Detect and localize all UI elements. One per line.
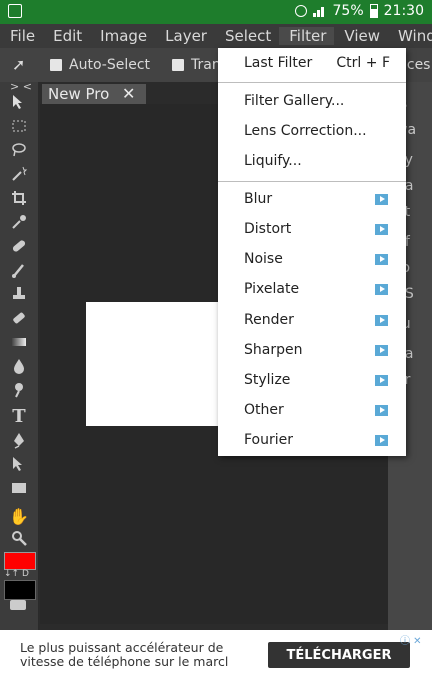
tools-panel: > < T ✋ ↓↑ D bbox=[0, 80, 39, 630]
menu-item-pixelate[interactable]: Pixelate bbox=[244, 277, 396, 301]
menu-select[interactable]: Select bbox=[215, 27, 279, 45]
signal-icon bbox=[312, 5, 327, 17]
menu-item-blur[interactable]: Blur bbox=[244, 187, 396, 211]
rectangle-icon[interactable] bbox=[6, 478, 32, 498]
menu-item-label: Noise bbox=[244, 251, 283, 267]
menu-bar: File Edit Image Layer Select Filter View… bbox=[0, 24, 432, 48]
stamp-icon[interactable] bbox=[6, 284, 32, 304]
menu-item-render[interactable]: Render bbox=[244, 308, 396, 332]
marquee-icon[interactable] bbox=[6, 116, 32, 136]
foreground-color-swatch[interactable] bbox=[4, 552, 36, 570]
menu-item-label: Distort bbox=[244, 221, 292, 237]
menu-item-label: Other bbox=[244, 402, 284, 418]
menu-item-label: Pixelate bbox=[244, 281, 300, 297]
menu-item-stylize[interactable]: Stylize bbox=[244, 368, 396, 392]
tab-title: New Pro bbox=[48, 85, 110, 103]
menu-item-last-filter[interactable]: Last Filter Ctrl + F bbox=[244, 51, 396, 75]
menu-item-label: Render bbox=[244, 312, 294, 328]
menu-view[interactable]: View bbox=[334, 27, 388, 45]
hand-icon[interactable]: ✋ bbox=[6, 506, 32, 526]
submenu-arrow-icon bbox=[375, 224, 388, 235]
menu-file[interactable]: File bbox=[0, 27, 43, 45]
menu-item-filter-gallery[interactable]: Filter Gallery... bbox=[244, 89, 396, 113]
submenu-arrow-icon bbox=[375, 405, 388, 416]
filter-dropdown-menu: Last Filter Ctrl + F Filter Gallery... L… bbox=[218, 48, 406, 456]
transform-label: Tran bbox=[191, 57, 221, 73]
brush-icon[interactable] bbox=[6, 260, 32, 280]
auto-select-checkbox[interactable] bbox=[50, 59, 62, 71]
tab-new-project[interactable]: New Pro ✕ bbox=[42, 84, 146, 106]
menu-image[interactable]: Image bbox=[90, 27, 155, 45]
submenu-arrow-icon bbox=[375, 194, 388, 205]
background-color-swatch[interactable] bbox=[4, 580, 36, 600]
menu-divider bbox=[218, 82, 406, 83]
menu-item-liquify[interactable]: Liquify... bbox=[244, 149, 396, 173]
menu-item-distort[interactable]: Distort bbox=[244, 217, 396, 241]
menu-edit[interactable]: Edit bbox=[43, 27, 90, 45]
move-tool-icon[interactable] bbox=[6, 92, 32, 112]
eraser-icon[interactable] bbox=[6, 308, 32, 328]
swap-colors-label[interactable]: ↓↑ D bbox=[4, 569, 29, 579]
menu-item-label: Lens Correction... bbox=[244, 123, 367, 139]
menu-filter[interactable]: Filter bbox=[279, 27, 335, 45]
lasso-icon[interactable] bbox=[6, 140, 32, 160]
magic-wand-icon[interactable] bbox=[6, 164, 32, 184]
menu-divider bbox=[218, 181, 406, 182]
path-select-icon[interactable] bbox=[6, 454, 32, 474]
auto-select-label: Auto-Select bbox=[69, 57, 151, 73]
zoom-icon[interactable] bbox=[6, 528, 32, 548]
ad-download-button[interactable]: TÉLÉCHARGER bbox=[268, 642, 410, 668]
dodge-icon[interactable] bbox=[6, 380, 32, 400]
submenu-arrow-icon bbox=[375, 315, 388, 326]
menu-item-label: Stylize bbox=[244, 372, 291, 388]
ad-close-icon[interactable]: ⓘ ✕ bbox=[400, 632, 426, 647]
pen-icon[interactable] bbox=[6, 430, 32, 450]
menu-item-label: Blur bbox=[244, 191, 273, 207]
menu-item-sharpen[interactable]: Sharpen bbox=[244, 338, 396, 362]
menu-item-label: Sharpen bbox=[244, 342, 303, 358]
menu-item-noise[interactable]: Noise bbox=[244, 247, 396, 271]
status-bar: 75% 21:30 bbox=[0, 0, 432, 24]
image-notification-icon bbox=[8, 4, 22, 18]
menu-window[interactable]: Wind bbox=[388, 27, 432, 45]
alarm-icon bbox=[294, 5, 307, 17]
battery-percent: 75% bbox=[332, 3, 364, 19]
menu-item-fourier[interactable]: Fourier bbox=[244, 428, 396, 452]
type-icon[interactable]: T bbox=[6, 406, 32, 427]
gradient-icon[interactable] bbox=[6, 332, 32, 352]
submenu-arrow-icon bbox=[375, 375, 388, 386]
menu-item-label: Filter Gallery... bbox=[244, 93, 345, 109]
menu-item-shortcut: Ctrl + F bbox=[336, 55, 390, 71]
menu-item-label: Last Filter bbox=[244, 55, 313, 71]
quick-mask-icon[interactable] bbox=[10, 600, 26, 610]
submenu-arrow-icon bbox=[375, 435, 388, 446]
move-icon[interactable]: ➚ bbox=[12, 55, 25, 74]
crop-icon[interactable] bbox=[6, 188, 32, 208]
submenu-arrow-icon bbox=[375, 345, 388, 356]
battery-icon bbox=[369, 4, 378, 18]
submenu-arrow-icon bbox=[375, 254, 388, 265]
menu-item-lens-correction[interactable]: Lens Correction... bbox=[244, 119, 396, 143]
menu-item-label: Liquify... bbox=[244, 153, 302, 169]
status-time: 21:30 bbox=[383, 3, 424, 19]
blur-icon[interactable] bbox=[6, 356, 32, 376]
close-icon[interactable]: ✕ bbox=[122, 84, 135, 103]
eyedropper-icon[interactable] bbox=[6, 212, 32, 232]
transform-checkbox[interactable] bbox=[172, 59, 184, 71]
menu-layer[interactable]: Layer bbox=[155, 27, 215, 45]
menu-item-other[interactable]: Other bbox=[244, 398, 396, 422]
document-canvas[interactable] bbox=[86, 302, 222, 426]
ad-text[interactable]: Le plus puissant accélérateur de vitesse… bbox=[20, 641, 260, 669]
submenu-arrow-icon bbox=[375, 284, 388, 295]
healing-icon[interactable] bbox=[6, 236, 32, 256]
menu-item-label: Fourier bbox=[244, 432, 294, 448]
